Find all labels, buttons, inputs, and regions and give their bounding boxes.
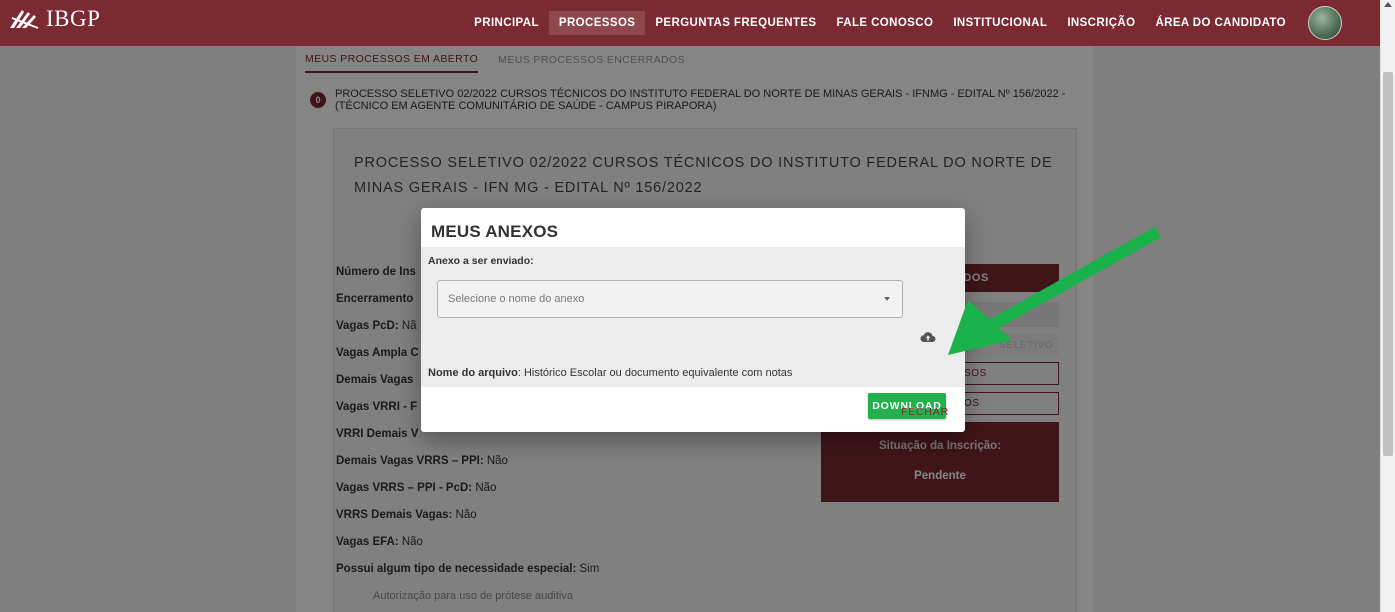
nav-principal[interactable]: PRINCIPAL (464, 11, 549, 35)
scroll-thumb[interactable] (1383, 72, 1393, 456)
attachment-select[interactable]: Selecione o nome do anexo (437, 280, 903, 318)
logo-icon (10, 10, 39, 29)
file-name: Nome do arquivo: Histórico Escolar ou do… (428, 367, 792, 379)
nav-processos[interactable]: PROCESSOS (548, 11, 646, 35)
chevron-down-icon (884, 297, 890, 301)
nav-perguntas-frequentes[interactable]: PERGUNTAS FREQUENTES (645, 11, 826, 35)
file-name-value: : Histórico Escolar ou documento equival… (517, 367, 793, 379)
nav-institucional[interactable]: INSTITUCIONAL (943, 11, 1057, 35)
dialog-body: Anexo a ser enviado: Selecione o nome do… (421, 247, 965, 419)
avatar[interactable] (1308, 6, 1342, 40)
close-button[interactable]: FECHAR (901, 406, 949, 418)
attachment-label: Anexo a ser enviado: (428, 255, 534, 267)
select-placeholder: Selecione o nome do anexo (448, 293, 585, 305)
logo-text: IBGP (46, 6, 101, 31)
nav-fale-conosco[interactable]: FALE CONOSCO (827, 11, 944, 35)
main-nav: PRINCIPAL PROCESSOS PERGUNTAS FREQUENTES… (464, 0, 1342, 46)
dialog-title: MEUS ANEXOS (431, 222, 559, 241)
scrollbar[interactable] (1380, 0, 1395, 612)
top-navbar: IBGP PRINCIPAL PROCESSOS PERGUNTAS FREQU… (0, 0, 1380, 46)
nav-inscricao[interactable]: INSCRIÇÃO (1057, 11, 1145, 35)
file-name-label: Nome do arquivo (428, 367, 518, 379)
dialog-footer: FECHAR (421, 387, 965, 432)
logo[interactable]: IBGP (8, 6, 100, 32)
attachments-dialog: MEUS ANEXOS Anexo a ser enviado: Selecio… (421, 208, 965, 432)
scroll-up-icon[interactable] (1384, 2, 1392, 7)
nav-area-do-candidato[interactable]: ÁREA DO CANDIDATO (1145, 11, 1296, 35)
cloud-upload-icon[interactable] (920, 331, 936, 343)
